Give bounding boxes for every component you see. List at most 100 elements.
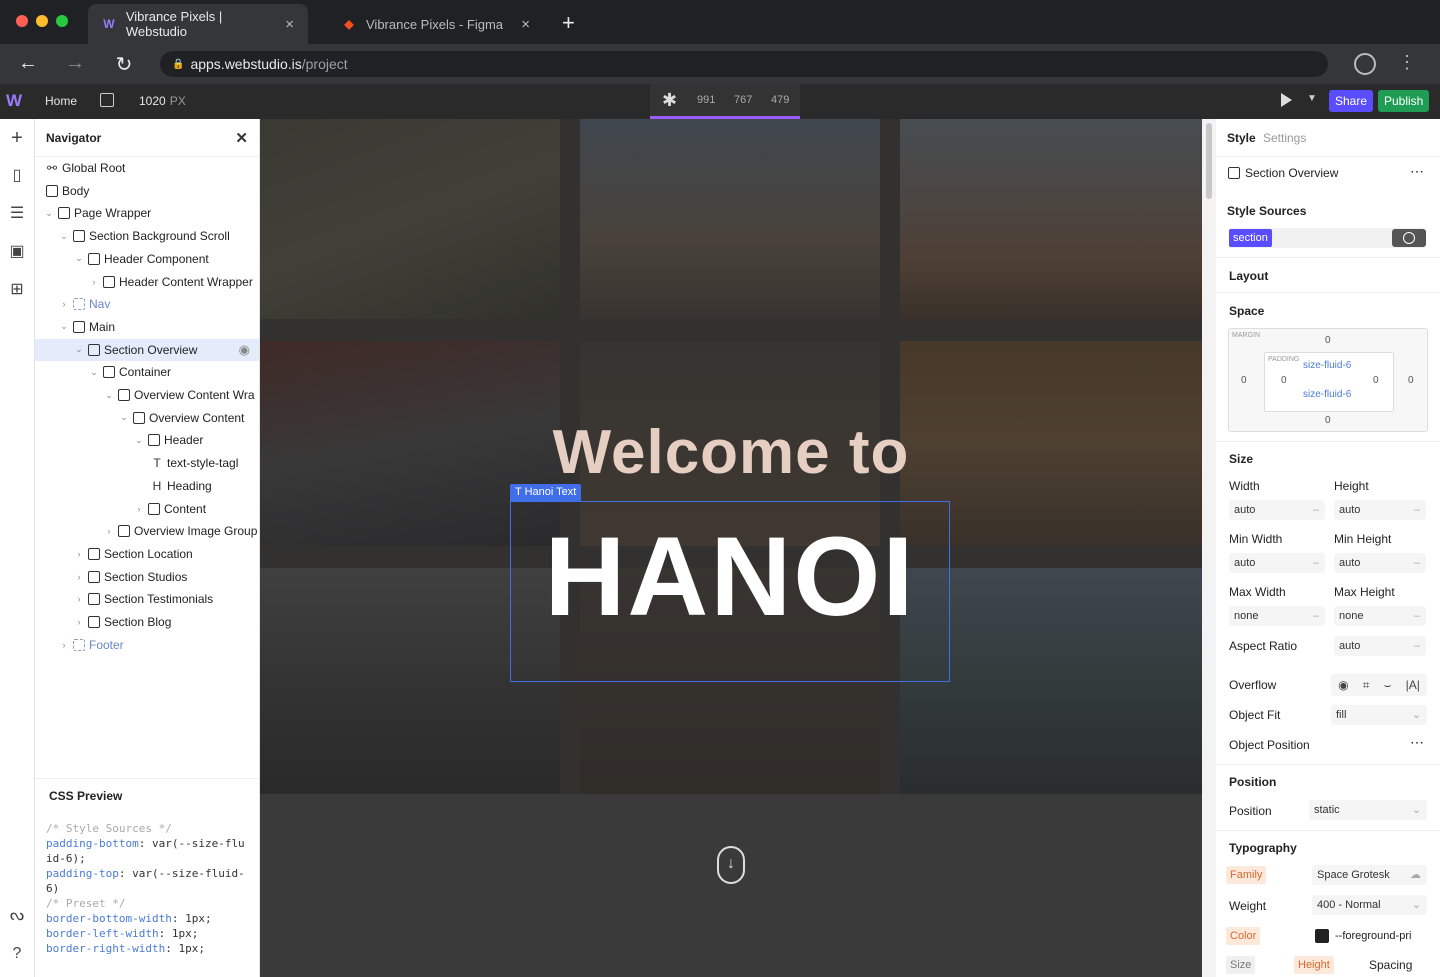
padding-top-value[interactable]: size-fluid-6 bbox=[1303, 360, 1351, 371]
browser-menu-icon[interactable]: ⋮ bbox=[1398, 52, 1416, 73]
tree-row[interactable]: H Heading bbox=[35, 475, 259, 497]
overflow-scroll-icon[interactable]: ⌣ bbox=[1384, 678, 1392, 693]
local-style-toggle[interactable] bbox=[1392, 229, 1426, 247]
share-button[interactable]: Share bbox=[1329, 90, 1374, 112]
tree-row[interactable]: ⌄ Overview Content bbox=[35, 407, 259, 429]
components-icon[interactable]: ⊞ bbox=[6, 279, 28, 301]
chevron-down-icon[interactable]: ⌄ bbox=[88, 367, 100, 378]
canvas-scrollbar[interactable] bbox=[1202, 119, 1216, 977]
close-icon[interactable]: ✕ bbox=[235, 129, 248, 147]
tree-row[interactable]: ⌄ Page Wrapper bbox=[35, 202, 259, 224]
publish-button[interactable]: Publish bbox=[1378, 90, 1430, 112]
position-select[interactable]: static ⌄ bbox=[1309, 800, 1427, 820]
tree-row[interactable]: › Section Studios bbox=[35, 566, 259, 588]
chevron-right-icon[interactable]: › bbox=[103, 526, 115, 536]
scrollbar-thumb[interactable] bbox=[1206, 123, 1212, 199]
typography-title[interactable]: Typography bbox=[1229, 841, 1297, 855]
browser-tab-figma[interactable]: ◆ Vibrance Pixels - Figma × bbox=[328, 4, 544, 44]
overflow-hidden-crop-icon[interactable]: ⌗ bbox=[1363, 678, 1370, 693]
tree-row[interactable]: Body bbox=[35, 180, 259, 202]
preview-play-icon[interactable] bbox=[1281, 93, 1292, 107]
tree-row[interactable]: ⌄ Overview Content Wra bbox=[35, 384, 259, 406]
browser-tab-webstudio[interactable]: W Vibrance Pixels | Webstudio × bbox=[88, 4, 308, 44]
tree-row[interactable]: ⌄ Header Component bbox=[35, 248, 259, 270]
breakpoint-767[interactable]: 767 bbox=[734, 94, 752, 106]
url-field[interactable]: 🔒 apps.webstudio.is/project bbox=[160, 51, 1328, 77]
margin-bottom-value[interactable]: 0 bbox=[1325, 415, 1331, 426]
max-width-input[interactable]: none – bbox=[1229, 606, 1325, 626]
chevron-right-icon[interactable]: › bbox=[73, 572, 85, 582]
layout-title[interactable]: Layout bbox=[1229, 269, 1268, 283]
aspect-ratio-input[interactable]: auto – bbox=[1334, 636, 1426, 656]
tree-row[interactable]: ⌄ Main bbox=[35, 316, 259, 338]
chevron-down-icon[interactable]: ⌄ bbox=[73, 344, 85, 355]
tree-row[interactable]: ⌄ Header bbox=[35, 429, 259, 451]
chevron-right-icon[interactable]: › bbox=[88, 277, 100, 287]
chevron-right-icon[interactable]: › bbox=[58, 640, 70, 650]
navigator-icon[interactable]: ☰ bbox=[6, 203, 28, 225]
overflow-visible-eye-icon[interactable]: ◉ bbox=[1338, 678, 1348, 692]
close-tab-icon[interactable]: × bbox=[285, 16, 294, 33]
scroll-down-arrow-icon[interactable]: ↓ bbox=[717, 846, 745, 884]
family-label[interactable]: Family bbox=[1226, 866, 1267, 884]
breakpoint-479[interactable]: 479 bbox=[771, 94, 789, 106]
tree-row[interactable]: ⚯ Global Root bbox=[35, 157, 259, 179]
chevron-down-icon[interactable]: ▼ bbox=[1307, 93, 1317, 104]
visibility-eye-icon[interactable]: ◉ bbox=[239, 342, 250, 358]
margin-top-value[interactable]: 0 bbox=[1325, 335, 1331, 346]
minimize-window-icon[interactable] bbox=[36, 15, 48, 27]
more-options-icon[interactable]: ⋯ bbox=[1410, 734, 1424, 751]
page-icon[interactable]: ▯ bbox=[6, 165, 28, 187]
chevron-down-icon[interactable]: ⌄ bbox=[58, 321, 70, 332]
chevron-right-icon[interactable]: › bbox=[73, 549, 85, 559]
chevron-right-icon[interactable]: › bbox=[133, 504, 145, 514]
tree-row[interactable]: › Content bbox=[35, 498, 259, 520]
tree-row[interactable]: › Section Blog bbox=[35, 611, 259, 633]
color-value[interactable]: --foreground-pri bbox=[1335, 930, 1411, 942]
tab-settings[interactable]: Settings bbox=[1263, 131, 1306, 145]
chevron-down-icon[interactable]: ⌄ bbox=[73, 253, 85, 264]
tree-row[interactable]: › Footer bbox=[35, 634, 259, 656]
position-title[interactable]: Position bbox=[1229, 775, 1276, 789]
design-canvas[interactable]: Welcome to T Hanoi Text HANOI ↓ bbox=[260, 119, 1202, 977]
tab-style[interactable]: Style bbox=[1227, 131, 1256, 145]
back-arrow-icon[interactable]: ← bbox=[16, 52, 40, 75]
close-window-icon[interactable] bbox=[16, 15, 28, 27]
chevron-right-icon[interactable]: › bbox=[58, 299, 70, 309]
base-breakpoint-icon[interactable]: ✱ bbox=[662, 90, 677, 111]
margin-left-value[interactable]: 0 bbox=[1241, 375, 1247, 386]
tree-row[interactable]: › Nav bbox=[35, 293, 259, 315]
breakpoint-width[interactable]: 1020 PX bbox=[139, 94, 186, 108]
tree-row[interactable]: ⌄ Section Overview ◉ bbox=[35, 338, 259, 361]
reload-icon[interactable]: ↻ bbox=[112, 52, 136, 77]
padding-right-value[interactable]: 0 bbox=[1373, 375, 1379, 386]
webstudio-logo-icon[interactable]: W bbox=[6, 91, 26, 111]
size-title[interactable]: Size bbox=[1229, 452, 1253, 466]
min-height-input[interactable]: auto – bbox=[1334, 553, 1426, 573]
padding-bottom-value[interactable]: size-fluid-6 bbox=[1303, 389, 1351, 400]
breakpoint-991[interactable]: 991 bbox=[697, 94, 715, 106]
chevron-down-icon[interactable]: ⌄ bbox=[103, 390, 115, 401]
hanoi-heading[interactable]: HANOI bbox=[510, 512, 950, 641]
maximize-window-icon[interactable] bbox=[56, 15, 68, 27]
font-size-label[interactable]: Size bbox=[1226, 956, 1256, 974]
width-input[interactable]: auto – bbox=[1229, 500, 1325, 520]
line-height-label[interactable]: Height bbox=[1294, 956, 1334, 974]
tree-row[interactable]: Ttext-style-tagl bbox=[35, 452, 259, 474]
tree-row[interactable]: › Section Testimonials bbox=[35, 588, 259, 610]
color-label[interactable]: Color bbox=[1226, 927, 1261, 945]
chevron-down-icon[interactable]: ⌄ bbox=[43, 208, 55, 219]
min-width-input[interactable]: auto – bbox=[1229, 553, 1325, 573]
font-weight-select[interactable]: 400 - Normal ⌄ bbox=[1312, 895, 1427, 915]
logic-icon[interactable]: ᔓ bbox=[6, 905, 28, 927]
tree-row[interactable]: › Section Location bbox=[35, 543, 259, 565]
account-icon[interactable] bbox=[1354, 53, 1376, 75]
add-component-icon[interactable]: + bbox=[6, 127, 28, 149]
margin-right-value[interactable]: 0 bbox=[1408, 375, 1414, 386]
tree-row[interactable]: ⌄ Container bbox=[35, 361, 259, 383]
chevron-right-icon[interactable]: › bbox=[73, 594, 85, 604]
color-swatch[interactable] bbox=[1315, 929, 1329, 943]
height-input[interactable]: auto – bbox=[1334, 500, 1426, 520]
max-height-input[interactable]: none – bbox=[1334, 606, 1426, 626]
space-title[interactable]: Space bbox=[1229, 304, 1264, 318]
